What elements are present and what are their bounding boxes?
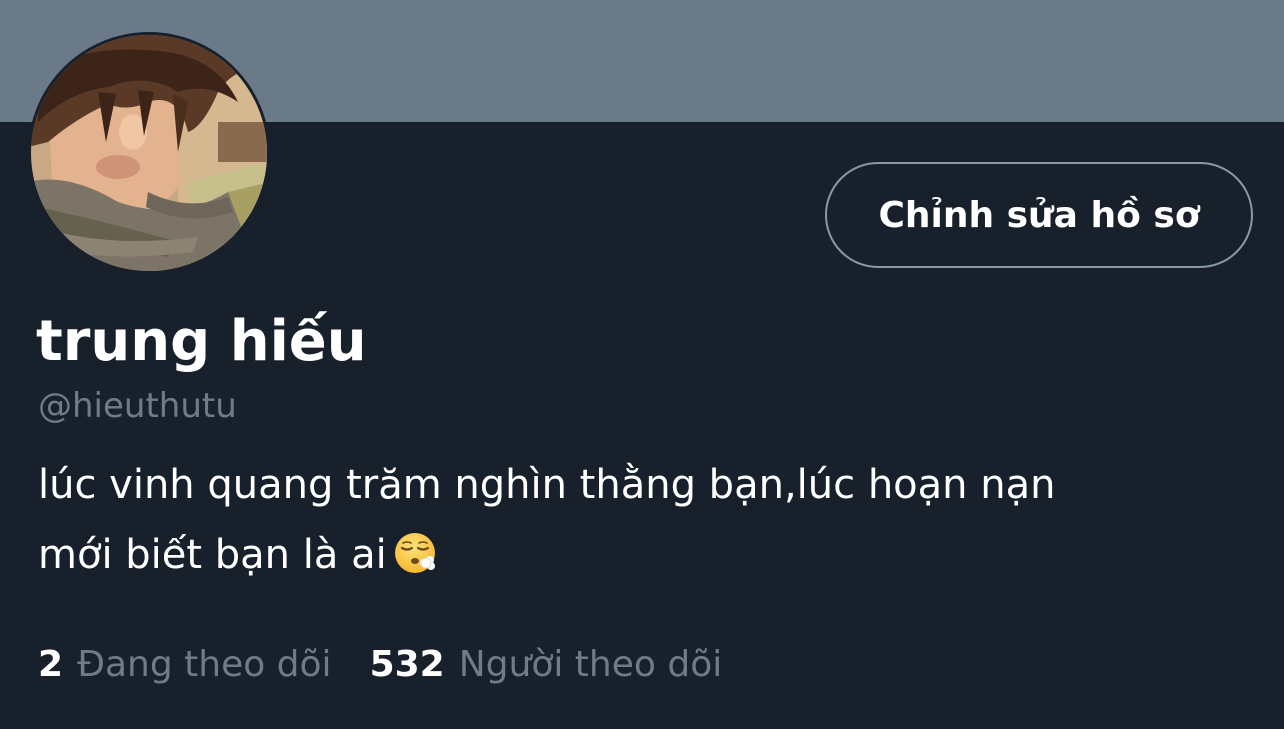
followers-count: 532: [369, 643, 445, 685]
followers-stat[interactable]: 532 Người theo dõi: [370, 644, 723, 685]
following-count: 2: [38, 643, 64, 685]
following-label: Đang theo dõi: [77, 643, 332, 685]
follow-stats: 2 Đang theo dõi 532 Người theo dõi: [38, 636, 722, 692]
followers-label: Người theo dõi: [458, 643, 723, 685]
profile-bio: lúc vinh quang trăm nghìn thằng bạn,lúc …: [38, 450, 1238, 590]
bio-line-2-wrap: mới biết bạn là ai: [38, 520, 1238, 590]
face-exhaling-emoji-icon: [394, 533, 435, 573]
edit-profile-label: Chỉnh sửa hồ sơ: [878, 194, 1200, 236]
edit-profile-button[interactable]: Chỉnh sửa hồ sơ: [825, 162, 1253, 268]
following-stat[interactable]: 2 Đang theo dõi: [38, 644, 332, 685]
display-name: trung hiếu: [36, 309, 367, 374]
bio-line-2: mới biết bạn là ai: [38, 532, 387, 578]
user-handle: @hieuthutu: [38, 386, 237, 426]
avatar-photo: [31, 35, 267, 271]
profile-page: Chỉnh sửa hồ sơ trung hiếu @hieuthutu lú…: [0, 0, 1284, 729]
bio-line-1: lúc vinh quang trăm nghìn thằng bạn,lúc …: [38, 462, 1056, 508]
avatar[interactable]: [28, 32, 270, 274]
